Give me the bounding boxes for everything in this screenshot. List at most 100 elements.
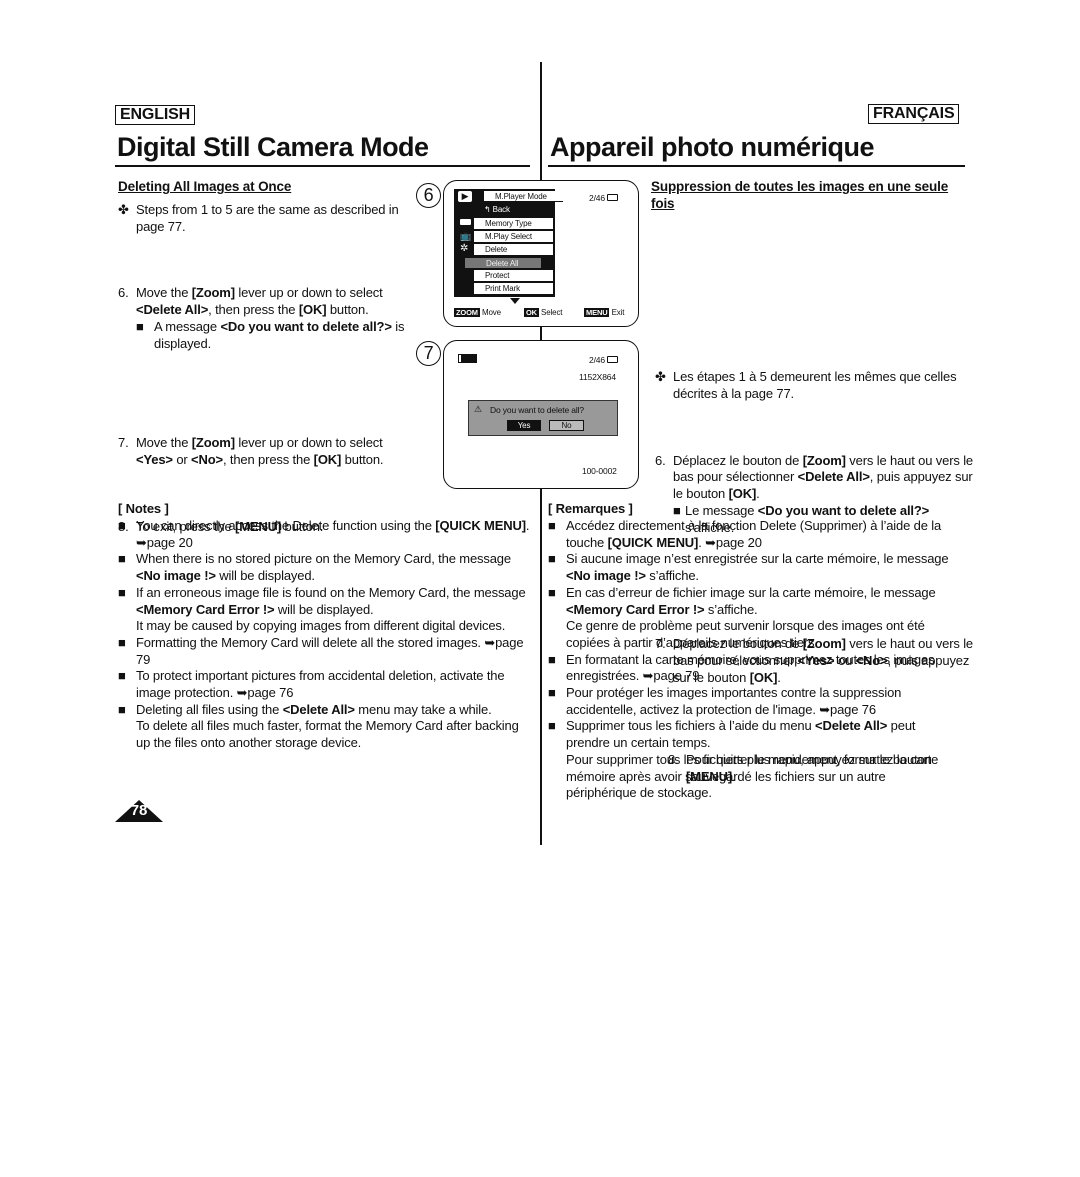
- bold-text: <Do you want to delete all?>: [757, 502, 930, 518]
- text: To delete all files much faster, format …: [136, 718, 519, 751]
- menu-item[interactable]: Memory Type: [474, 218, 553, 230]
- card-icon: [607, 356, 619, 363]
- text: Move the: [136, 285, 192, 301]
- note-item: ■ If an erroneous image file is found on …: [118, 585, 530, 635]
- note-item: ■ When there is no stored picture on the …: [118, 551, 530, 584]
- text: En formatant la carte mémoire, vous supp…: [566, 651, 935, 684]
- text: menu may take a while.: [354, 701, 492, 717]
- menu-title: M.Player Mode: [484, 191, 563, 202]
- bullet-icon: ■: [548, 584, 556, 600]
- note-item: ■ Deleting all files using the <Delete Al…: [118, 702, 530, 752]
- text: will be displayed.: [274, 601, 374, 617]
- bullet-icon: ■: [118, 551, 126, 567]
- menu-item[interactable]: Delete: [474, 244, 553, 256]
- dialog-message: Do you want to delete all?: [490, 405, 584, 415]
- warning-icon: ⚠: [474, 404, 482, 414]
- no-button[interactable]: No: [549, 420, 584, 431]
- bold-text: <No image !>: [566, 568, 646, 584]
- step-7: 7. Move the [Zoom] lever up or down to se…: [118, 435, 384, 467]
- tv-icon: 📺: [460, 231, 472, 241]
- text: It may be caused by copying images from …: [136, 618, 506, 634]
- step-number-7: 7: [416, 341, 441, 366]
- note-item: ■ Supprimer tous les fichiers à l’aide du…: [548, 718, 958, 802]
- text: When there is no stored picture on the M…: [136, 551, 511, 567]
- text: s’affiche.: [645, 568, 699, 584]
- lcd-screen-menu: ▶ M.Player Mode ↰ Back 📺 ✲ 2/46 ZOOM Mov…: [443, 180, 639, 327]
- section-heading: Deleting All Images at Once: [118, 179, 292, 194]
- text: Si aucune image n’est enregistrée sur la…: [566, 551, 949, 567]
- page-number: 78: [130, 802, 148, 819]
- bold-text: <No>: [191, 451, 223, 467]
- text: Déplacez le bouton de: [673, 452, 803, 468]
- image-counter: 2/46: [589, 355, 619, 365]
- text: Pour protéger les images importantes con…: [566, 685, 902, 717]
- bullet-icon: ■: [118, 668, 126, 684]
- french-label: FRANÇAIS: [868, 104, 960, 124]
- text: Pour supprimer tous les fichiers plus ra…: [566, 751, 939, 801]
- title-rule: [115, 165, 530, 167]
- gear-icon: ✲: [460, 243, 469, 254]
- bullet-icon: ■: [548, 518, 556, 533]
- step-6: 6. Move the [Zoom] lever up or down to se…: [118, 285, 428, 352]
- title-rule: [548, 165, 965, 167]
- bold-text: <Memory Card Error !>: [136, 601, 275, 617]
- menu-item[interactable]: Delete All: [464, 257, 542, 269]
- text: or: [172, 451, 192, 467]
- text: . ➥page 20: [698, 534, 762, 550]
- bullet-icon: ■: [118, 584, 126, 600]
- bold-text: [QUICK MENU]: [607, 534, 699, 550]
- bold-text: <Delete All>: [797, 469, 870, 485]
- text: lever up or down to select: [234, 285, 383, 301]
- text: lever up or down to select: [234, 435, 383, 451]
- notes-list: ■ You can directly access the Delete func…: [118, 518, 530, 752]
- text: Ce genre de problème peut survenir lorsq…: [566, 618, 925, 650]
- bold-text: [QUICK MENU]: [435, 518, 526, 533]
- manual-page: ENGLISH FRANÇAIS Digital Still Camera Mo…: [0, 0, 1080, 1177]
- text: , then press the: [222, 451, 314, 467]
- lcd-screen-confirm: 2/46 1152X864 ⚠ Do you want to delete al…: [443, 340, 639, 489]
- text: Deleting all files using the: [136, 701, 283, 717]
- text: Supprimer tous les fichiers à l’aide du …: [566, 718, 816, 734]
- text: will be displayed.: [215, 568, 315, 584]
- file-number: 100-0002: [582, 466, 617, 476]
- image-counter: 2/46: [589, 193, 619, 203]
- menu-item[interactable]: M.Play Select: [474, 231, 553, 243]
- bold-text: [OK]: [313, 451, 342, 467]
- text: , then press the: [208, 302, 299, 318]
- yes-button[interactable]: Yes: [507, 420, 541, 431]
- note-item: ■ You can directly access the Delete func…: [118, 518, 530, 551]
- bullet-icon: ■: [118, 518, 126, 533]
- note-item: ■ Accédez directement à la fonction Delet…: [548, 518, 958, 551]
- notes-list: ■ Accédez directement à la fonction Delet…: [548, 518, 958, 802]
- confirm-dialog: ⚠ Do you want to delete all? Yes No: [468, 400, 618, 436]
- english-title: Digital Still Camera Mode: [117, 132, 429, 162]
- text: Steps from 1 to 5 are the same as descri…: [136, 202, 399, 234]
- bold-text: <No image !>: [136, 568, 216, 584]
- text: Formatting the Memory Card will delete a…: [136, 634, 524, 667]
- notes-label: [ Remarques ]: [548, 501, 633, 516]
- note-item: ■ Si aucune image n’est enregistrée sur l…: [548, 551, 958, 584]
- notes-label: [ Notes ]: [118, 501, 169, 516]
- resolution: 1152X864: [579, 372, 616, 382]
- menu-item[interactable]: Print Mark: [474, 283, 553, 295]
- bullet-icon: ■: [118, 701, 126, 717]
- note-item: ■ Pour protéger les images importantes co…: [548, 685, 958, 718]
- battery-icon: [458, 354, 477, 363]
- bold-text: [OK]: [728, 486, 757, 502]
- bold-text: <Do you want to delete all?>: [220, 318, 392, 334]
- bold-text: <Delete All>: [815, 718, 888, 734]
- text: To protect important pictures from accid…: [136, 668, 505, 701]
- bold-text: <Delete All>: [136, 302, 209, 318]
- text: s’affiche.: [704, 601, 758, 617]
- text: Le message: [685, 502, 758, 518]
- memory-card-icon: [460, 219, 471, 225]
- bold-text: [Zoom]: [191, 435, 235, 451]
- bold-text: <Yes>: [136, 451, 173, 467]
- bullet-icon: ■: [118, 634, 126, 650]
- bullet-icon: ■: [548, 651, 556, 667]
- french-title: Appareil photo numérique: [550, 132, 875, 162]
- menu-item[interactable]: Protect: [474, 270, 553, 282]
- note-item: ■ Formatting the Memory Card will delete …: [118, 635, 530, 668]
- menu-back[interactable]: ↰ Back: [484, 205, 510, 215]
- intro-step: ✤ Les étapes 1 à 5 demeurent les mêmes qu…: [655, 369, 957, 402]
